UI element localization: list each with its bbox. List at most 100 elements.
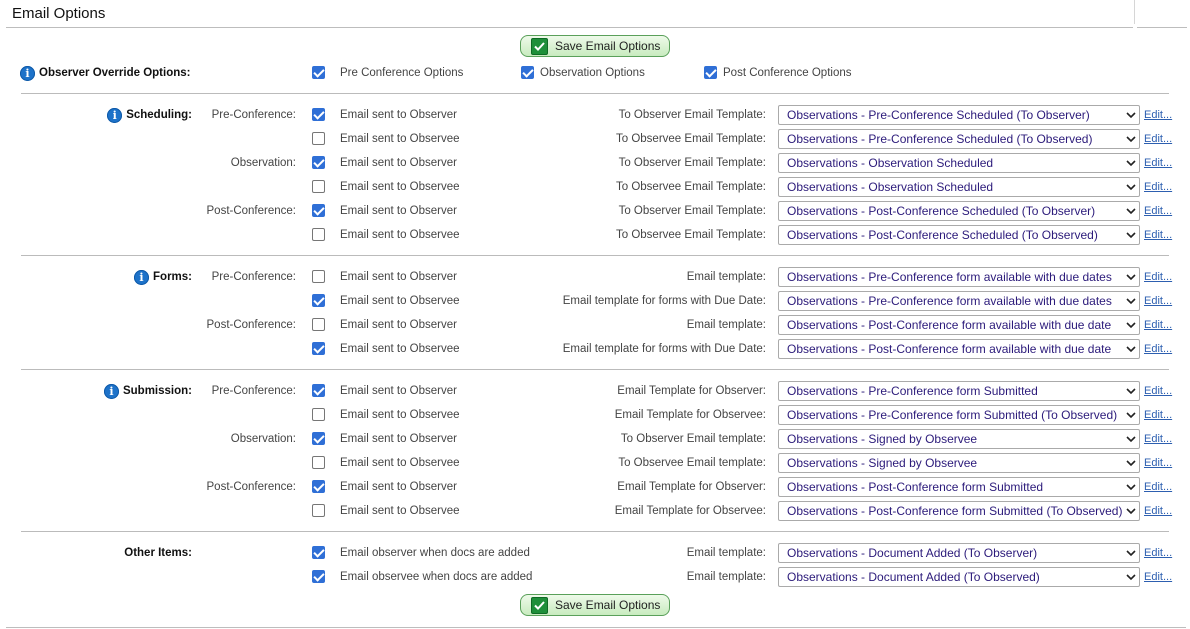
email-option-checkbox[interactable]: [312, 108, 325, 121]
edit-template-link[interactable]: Edit...: [1144, 541, 1172, 565]
template-select[interactable]: Observations - Pre-Conference form Submi…: [778, 381, 1140, 401]
edit-template-link[interactable]: Edit...: [1144, 103, 1172, 127]
edit-template-link[interactable]: Edit...: [1144, 289, 1172, 313]
edit-template-link[interactable]: Edit...: [1144, 223, 1172, 247]
email-option-checkbox[interactable]: [312, 504, 325, 517]
post-conference-options-label: Post Conference Options: [723, 67, 852, 79]
template-select-value: Observations - Document Added (To Observ…: [787, 570, 1040, 584]
edit-template-link[interactable]: Edit...: [1144, 313, 1172, 337]
edit-template-link[interactable]: Edit...: [1144, 175, 1172, 199]
email-option-checkbox[interactable]: [312, 456, 325, 469]
save-email-options-button-top[interactable]: Save Email Options: [520, 35, 670, 57]
chevron-down-icon: [1126, 436, 1136, 443]
template-select-value: Observations - Post-Conference form avai…: [787, 342, 1112, 356]
post-conference-options-checkbox[interactable]: [704, 66, 717, 79]
template-select[interactable]: Observations - Signed by Observee: [778, 429, 1140, 449]
template-label: Email template:: [686, 547, 766, 559]
option-row: Email sent to Observee Email Template for…: [0, 499, 1190, 523]
edit-template-link[interactable]: Edit...: [1144, 265, 1172, 289]
email-option-checkbox[interactable]: [312, 318, 325, 331]
email-option-checkbox[interactable]: [312, 480, 325, 493]
template-label: Email template:: [686, 271, 766, 283]
template-select[interactable]: Observations - Post-Conference Scheduled…: [778, 201, 1140, 221]
option-row: Email sent to Observee To Observee Email …: [0, 127, 1190, 151]
edit-template-link[interactable]: Edit...: [1144, 475, 1172, 499]
edit-template-link[interactable]: Edit...: [1144, 427, 1172, 451]
template-select-value: Observations - Observation Scheduled: [787, 156, 994, 170]
template-select-value: Observations - Pre-Conference form avail…: [787, 294, 1112, 308]
email-option-checkbox[interactable]: [312, 180, 325, 193]
template-select[interactable]: Observations - Observation Scheduled: [778, 153, 1140, 173]
template-select-value: Observations - Post-Conference form avai…: [787, 318, 1112, 332]
edit-template-link[interactable]: Edit...: [1144, 151, 1172, 175]
info-icon[interactable]: i: [20, 65, 35, 81]
edit-template-link[interactable]: Edit...: [1144, 403, 1172, 427]
template-select-value: Observations - Signed by Observee: [787, 432, 978, 446]
email-option-label: Email sent to Observee: [340, 505, 460, 517]
template-label: Email template for forms with Due Date:: [562, 295, 766, 307]
edit-template-link[interactable]: Edit...: [1144, 499, 1172, 523]
email-option-label: Email sent to Observee: [340, 295, 460, 307]
email-option-checkbox[interactable]: [312, 432, 325, 445]
phase-label: Post-Conference:: [206, 205, 297, 217]
email-option-checkbox[interactable]: [312, 342, 325, 355]
template-select[interactable]: Observations - Document Added (To Observ…: [778, 567, 1140, 587]
info-icon[interactable]: i: [103, 383, 119, 399]
phase-label: Post-Conference:: [206, 481, 297, 493]
template-select[interactable]: Observations - Pre-Conference form Submi…: [778, 405, 1140, 425]
template-label: Email Template for Observee:: [614, 505, 766, 517]
save-button-label: Save Email Options: [555, 598, 661, 612]
pre-conference-options-checkbox[interactable]: [312, 66, 325, 79]
template-select[interactable]: Observations - Post-Conference form Subm…: [778, 501, 1140, 521]
observer-override-row: i Observer Override Options: Pre Confere…: [0, 61, 1190, 85]
template-label: Email template for forms with Due Date:: [562, 343, 766, 355]
template-select[interactable]: Observations - Post-Conference form avai…: [778, 315, 1140, 335]
chevron-down-icon: [1126, 460, 1136, 467]
template-select[interactable]: Observations - Pre-Conference form avail…: [778, 291, 1140, 311]
section-label-text: Submission:: [122, 385, 192, 397]
email-option-checkbox[interactable]: [312, 570, 325, 583]
option-row: Observation: Email sent to Observer To Obs…: [0, 427, 1190, 451]
email-option-label: Email sent to Observer: [340, 157, 457, 169]
option-row: i Forms: Pre-Conference: Email sent to Obse…: [0, 265, 1190, 289]
template-select[interactable]: Observations - Signed by Observee: [778, 453, 1140, 473]
email-option-checkbox[interactable]: [312, 156, 325, 169]
save-email-options-button-bottom[interactable]: Save Email Options: [520, 594, 670, 616]
template-select[interactable]: Observations - Pre-Conference Scheduled …: [778, 105, 1140, 125]
email-option-checkbox[interactable]: [312, 294, 325, 307]
email-option-checkbox[interactable]: [312, 546, 325, 559]
email-option-label: Email sent to Observee: [340, 229, 460, 241]
edit-template-link[interactable]: Edit...: [1144, 337, 1172, 361]
template-select-value: Observations - Pre-Conference form avail…: [787, 270, 1112, 284]
edit-template-link[interactable]: Edit...: [1144, 451, 1172, 475]
email-option-checkbox[interactable]: [312, 384, 325, 397]
option-row: Email sent to Observee Email Template for…: [0, 403, 1190, 427]
observation-options-checkbox[interactable]: [521, 66, 534, 79]
email-option-checkbox[interactable]: [312, 204, 325, 217]
template-select-value: Observations - Post-Conference Scheduled…: [787, 228, 1098, 242]
checkmark-icon: [531, 37, 548, 55]
template-select[interactable]: Observations - Document Added (To Observ…: [778, 543, 1140, 563]
email-option-checkbox[interactable]: [312, 228, 325, 241]
email-option-checkbox[interactable]: [312, 408, 325, 421]
email-option-checkbox[interactable]: [312, 270, 325, 283]
info-icon[interactable]: i: [107, 107, 123, 123]
template-select[interactable]: Observations - Post-Conference Scheduled…: [778, 225, 1140, 245]
edit-template-link[interactable]: Edit...: [1144, 127, 1172, 151]
section-divider: [21, 369, 1169, 370]
chevron-down-icon: [1126, 160, 1136, 167]
edit-template-link[interactable]: Edit...: [1144, 199, 1172, 223]
template-select[interactable]: Observations - Pre-Conference Scheduled …: [778, 129, 1140, 149]
template-select[interactable]: Observations - Observation Scheduled: [778, 177, 1140, 197]
template-select[interactable]: Observations - Pre-Conference form avail…: [778, 267, 1140, 287]
template-select[interactable]: Observations - Post-Conference form avai…: [778, 339, 1140, 359]
template-select-value: Observations - Signed by Observee: [787, 456, 978, 470]
template-select-value: Observations - Pre-Conference form Submi…: [787, 408, 1118, 422]
template-select[interactable]: Observations - Post-Conference form Subm…: [778, 477, 1140, 497]
phase-label: Pre-Conference:: [211, 109, 296, 121]
info-icon[interactable]: i: [134, 269, 150, 285]
edit-template-link[interactable]: Edit...: [1144, 379, 1172, 403]
edit-template-link[interactable]: Edit...: [1144, 565, 1172, 589]
email-option-checkbox[interactable]: [312, 132, 325, 145]
option-row: Other Items: Email observer when docs are…: [0, 541, 1190, 565]
